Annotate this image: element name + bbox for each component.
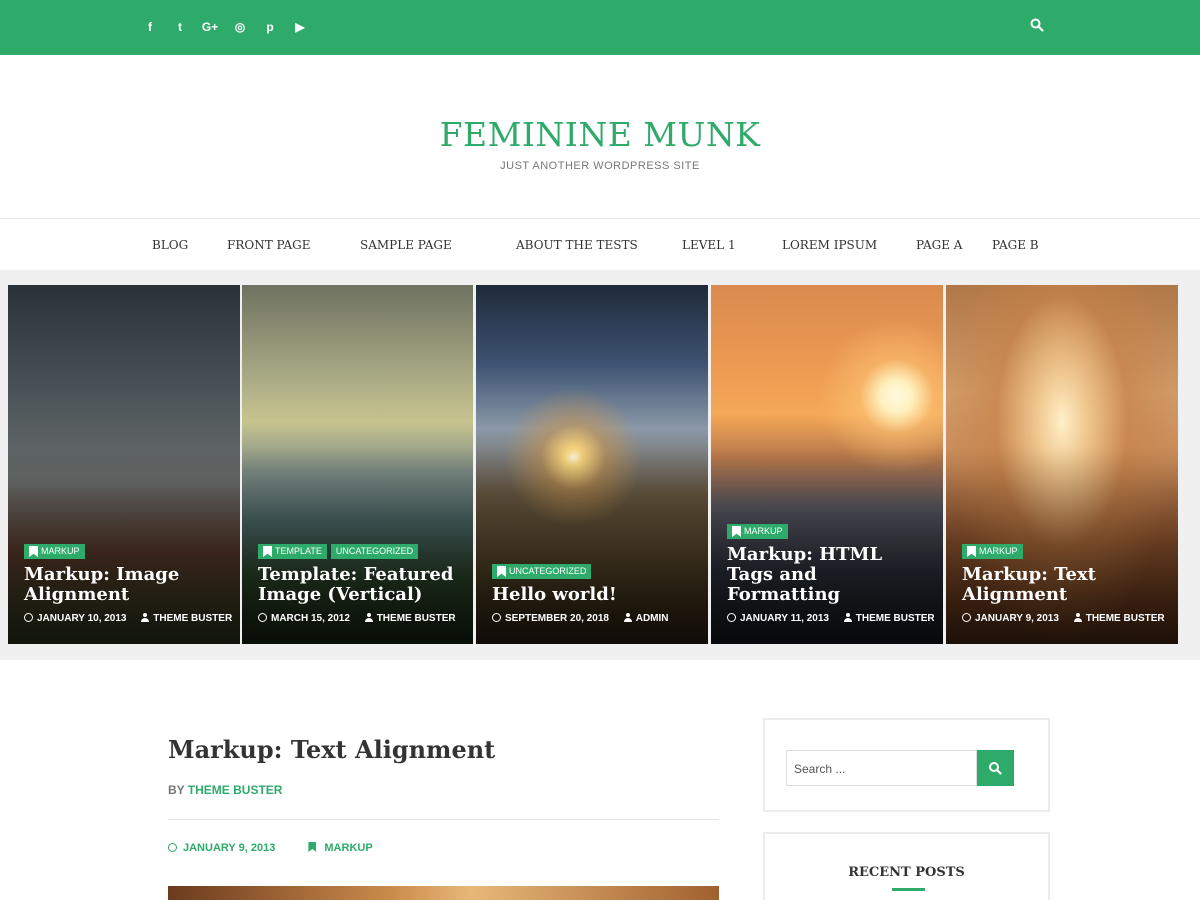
main-navigation: BLOG FRONT PAGE SAMPLE PAGE ABOUT THE TE… [0,220,1200,270]
nav-item-level-1[interactable]: LEVEL 1 [682,238,736,252]
slide-date[interactable]: JANUARY 9, 2013 [975,613,1059,624]
nav-item-lorem-ipsum[interactable]: LOREM IPSUM [782,238,877,252]
user-icon [623,613,632,622]
user-icon [1073,613,1082,622]
slide-card[interactable]: MARKUP Markup: Text Alignment JANUARY 9,… [946,285,1178,644]
category-badge[interactable]: MARKUP [727,524,788,539]
site-tagline: JUST ANOTHER WORDPRESS SITE [500,160,700,172]
category-badge[interactable]: UNCATEGORIZED [330,544,419,559]
instagram-icon[interactable]: ◎ [230,17,250,37]
post-meta: JANUARY 9, 2013 MARKUP [168,842,373,854]
site-title[interactable]: FEMININE MUNK [0,115,1200,154]
google-plus-icon[interactable]: G+ [200,17,220,37]
post-featured-image[interactable] [168,886,719,900]
site-header: FEMININE MUNK JUST ANOTHER WORDPRESS SIT… [0,55,1200,219]
bookmark-icon [732,526,741,537]
slide-card[interactable]: MARKUP Markup: HTML Tags and Formatting … [711,285,943,644]
slide-author[interactable]: THEME BUSTER [856,613,935,624]
by-label: BY [168,783,185,797]
slide-author[interactable]: ADMIN [636,613,669,624]
slide-title[interactable]: Markup: Image Alignment [24,565,230,605]
slide-card[interactable]: TEMPLATE UNCATEGORIZED Template: Feature… [242,285,473,644]
clock-icon [24,613,33,622]
slide-date[interactable]: JANUARY 10, 2013 [37,613,127,624]
post-date[interactable]: JANUARY 9, 2013 [183,842,275,854]
slide-title[interactable]: Template: Featured Image (Vertical) [258,565,463,605]
bookmark-icon [497,566,506,577]
search-button[interactable] [977,750,1014,786]
user-icon [364,613,373,622]
slide-title[interactable]: Markup: HTML Tags and Formatting [727,545,933,605]
nav-item-sample-page[interactable]: SAMPLE PAGE [360,238,452,252]
slide-author[interactable]: THEME BUSTER [1086,613,1165,624]
slide-card[interactable]: MARKUP Markup: Image Alignment JANUARY 1… [8,285,240,644]
nav-item-about-the-tests[interactable]: ABOUT THE TESTS [516,238,638,252]
slide-title[interactable]: Hello world! [492,585,698,605]
search-input[interactable]: Search ... [786,750,977,786]
widget-title-underline [892,888,925,891]
user-icon [141,613,150,622]
clock-icon [727,613,736,622]
slide-date[interactable]: JANUARY 11, 2013 [740,613,829,624]
post-title[interactable]: Markup: Text Alignment [168,735,495,764]
slide-author[interactable]: THEME BUSTER [153,613,232,624]
widget-title: RECENT POSTS [848,865,965,880]
recent-posts-widget: RECENT POSTS [763,832,1050,900]
top-bar: f t G+ ◎ p ▶ [0,0,1200,55]
bookmark-icon [29,546,38,557]
category-badge[interactable]: UNCATEGORIZED [492,564,592,579]
social-links: f t G+ ◎ p ▶ [140,17,310,37]
nav-item-page-b[interactable]: PAGE B [992,238,1039,252]
divider [168,819,719,820]
slide-title[interactable]: Markup: Text Alignment [962,565,1168,605]
post-category-link[interactable]: MARKUP [324,842,372,854]
facebook-icon[interactable]: f [140,17,160,37]
clock-icon [258,613,267,622]
post-author-link[interactable]: THEME BUSTER [188,783,283,797]
nav-item-front-page[interactable]: FRONT PAGE [227,238,311,252]
category-badge[interactable]: TEMPLATE [258,544,327,559]
search-icon[interactable] [1030,18,1050,38]
youtube-icon[interactable]: ▶ [290,17,310,37]
post-byline: BY THEME BUSTER [168,783,282,797]
clock-icon [962,613,971,622]
search-icon [989,762,1002,775]
user-icon [843,613,852,622]
bookmark-icon [263,546,272,557]
clock-icon [168,843,177,852]
search-widget: Search ... [763,718,1050,812]
slide-date[interactable]: SEPTEMBER 20, 2018 [505,613,609,624]
featured-slider: MARKUP Markup: Image Alignment JANUARY 1… [0,270,1200,660]
slide-card[interactable]: UNCATEGORIZED Hello world! SEPTEMBER 20,… [476,285,708,644]
clock-icon [492,613,501,622]
nav-item-blog[interactable]: BLOG [152,238,188,252]
slide-author[interactable]: THEME BUSTER [377,613,456,624]
twitter-icon[interactable]: t [170,17,190,37]
pinterest-icon[interactable]: p [260,17,280,37]
bookmark-icon [308,842,317,852]
nav-item-page-a[interactable]: PAGE A [916,238,962,252]
slide-date[interactable]: MARCH 15, 2012 [271,613,350,624]
category-badge[interactable]: MARKUP [24,544,85,559]
bookmark-icon [967,546,976,557]
category-badge[interactable]: MARKUP [962,544,1023,559]
